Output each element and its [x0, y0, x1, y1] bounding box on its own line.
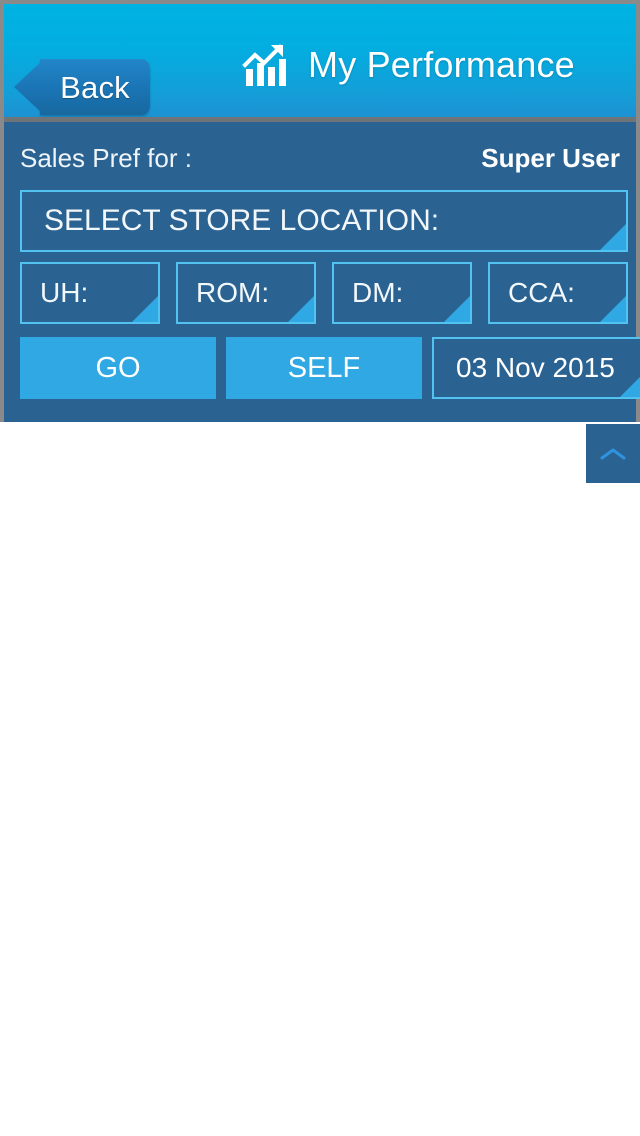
page-title: My Performance	[308, 44, 575, 85]
date-picker-value: 03 Nov 2015	[456, 352, 615, 383]
store-location-dropdown[interactable]: SELECT STORE LOCATION:	[20, 190, 628, 252]
dm-dropdown[interactable]: DM:	[332, 262, 472, 324]
sales-pref-label: Sales Pref for :	[20, 143, 192, 173]
uh-dropdown[interactable]: UH:	[20, 262, 160, 324]
dropdown-corner-icon	[620, 371, 640, 397]
self-button-label: SELF	[287, 351, 361, 384]
go-button-label: GO	[95, 351, 141, 384]
dropdown-corner-icon	[444, 296, 470, 322]
main-content-area	[0, 422, 640, 1136]
cca-dropdown[interactable]: CCA:	[488, 262, 628, 324]
cca-dropdown-label: CCA:	[508, 279, 575, 307]
bar-chart-trend-up-icon	[242, 44, 286, 86]
back-arrow-icon	[14, 59, 44, 115]
rom-dropdown[interactable]: ROM:	[176, 262, 316, 324]
back-button-label: Back	[60, 69, 130, 105]
sales-pref-row: Sales Pref for : Super User	[20, 140, 620, 176]
rom-dropdown-label: ROM:	[196, 279, 270, 307]
chevron-up-icon	[600, 448, 626, 459]
self-button[interactable]: SELF	[226, 337, 422, 399]
go-button[interactable]: GO	[20, 337, 216, 399]
uh-dropdown-label: UH:	[40, 279, 89, 307]
date-picker-field[interactable]: 03 Nov 2015	[432, 337, 640, 399]
app-screen: Back My Performance Sales Pref for : Sup…	[0, 0, 640, 1136]
dm-dropdown-label: DM:	[352, 279, 404, 307]
header-title-group: My Performance	[242, 4, 575, 126]
app-header: Back My Performance	[0, 0, 640, 122]
dropdown-corner-icon	[132, 296, 158, 322]
dropdown-corner-icon	[288, 296, 314, 322]
store-location-value: SELECT STORE LOCATION:	[44, 206, 440, 236]
back-button[interactable]: Back	[14, 59, 150, 115]
current-user-name: Super User	[481, 143, 620, 173]
filter-panel: Sales Pref for : Super User SELECT STORE…	[0, 122, 640, 422]
collapse-panel-tab[interactable]	[586, 424, 640, 483]
dropdown-corner-icon	[600, 224, 626, 250]
dropdown-corner-icon	[600, 296, 626, 322]
